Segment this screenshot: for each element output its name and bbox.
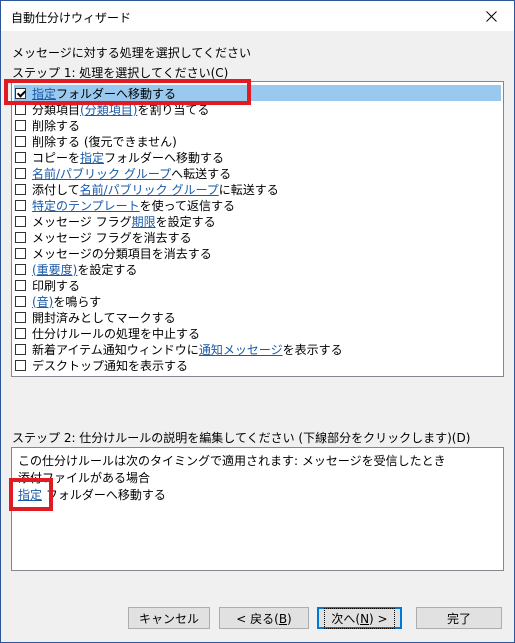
action-list-item[interactable]: 分類項目 (分類項目) を割り当てる	[14, 101, 501, 117]
action-list-item[interactable]: デスクトップ通知を表示する	[14, 357, 501, 373]
placeholder-link[interactable]: (重要度)	[32, 261, 77, 278]
action-checkbox[interactable]	[15, 119, 26, 131]
action-list-item[interactable]: (音) を鳴らす	[14, 293, 501, 309]
action-list-item[interactable]: 特定のテンプレート を使って返信する	[14, 197, 501, 213]
close-icon	[486, 10, 497, 22]
action-checkbox[interactable]	[15, 279, 26, 291]
action-checkbox[interactable]	[15, 183, 26, 195]
action-checkbox[interactable]	[15, 215, 26, 227]
rule-description-box[interactable]: この仕分けルールは次のタイミングで適用されます: メッセージを受信したとき 添付フ…	[11, 447, 504, 571]
title-bar: 自動仕分けウィザード	[1, 1, 514, 31]
item-text: メッセージ フラグを消去する	[32, 230, 192, 245]
cancel-button[interactable]: キャンセル	[128, 607, 210, 629]
action-list-item[interactable]: (重要度) を設定する	[14, 261, 501, 277]
item-text: メッセージの分類項目を消去する	[32, 246, 212, 261]
placeholder-link[interactable]: 指定	[18, 488, 42, 502]
action-checkbox[interactable]	[15, 231, 26, 243]
item-text: を設定する	[77, 262, 138, 277]
item-text: メッセージ フラグ	[32, 214, 132, 229]
action-checkbox[interactable]	[15, 87, 26, 99]
placeholder-link[interactable]: 特定のテンプレート	[32, 197, 140, 214]
next-button-label: 次へ(N) >	[324, 607, 395, 629]
item-text: 添付して	[32, 182, 80, 197]
back-button-label: < 戻る(B)	[236, 611, 292, 626]
item-text: 削除する	[32, 118, 81, 133]
item-text: コピーを	[32, 150, 81, 165]
action-checkbox[interactable]	[15, 167, 26, 179]
finish-button[interactable]: 完了	[416, 607, 502, 629]
item-text: 開封済みとしてマークする	[32, 310, 176, 325]
item-text: を割り当てる	[137, 102, 210, 117]
action-list[interactable]: 指定 フォルダーへ移動する 分類項目 (分類項目) を割り当てる 削除する 削除する …	[11, 81, 504, 377]
cancel-button-label: キャンセル	[138, 611, 199, 626]
placeholder-link[interactable]: 期限	[132, 213, 156, 230]
action-checkbox[interactable]	[15, 327, 26, 339]
action-checkbox[interactable]	[15, 311, 26, 323]
action-checkbox[interactable]	[15, 359, 26, 371]
placeholder-link[interactable]: 指定	[32, 85, 56, 102]
action-list-item[interactable]: メッセージ フラグ 期限 を設定する	[14, 213, 501, 229]
item-text: を設定する	[155, 214, 216, 229]
step2-label: ステップ 2: 仕分けルールの説明を編集してください (下線部分をクリックします…	[12, 431, 471, 445]
item-text: デスクトップ通知を表示する	[32, 358, 189, 373]
window-title: 自動仕分けウィザード	[11, 11, 132, 25]
rule-description-line: 指定 フォルダーへ移動する	[18, 486, 166, 503]
rules-wizard-window: 自動仕分けウィザード メッセージに対する処理を選択してください ステップ 1: …	[0, 0, 515, 643]
action-list-item[interactable]: メッセージの分類項目を消去する	[14, 245, 501, 261]
action-checkbox[interactable]	[15, 247, 26, 259]
item-text: へ転送する	[171, 166, 232, 181]
item-text: 仕分けルールの処理を中止する	[32, 326, 201, 341]
action-list-item[interactable]: メッセージ フラグを消去する	[14, 229, 501, 245]
action-checkbox[interactable]	[15, 295, 26, 307]
step1-label: ステップ 1: 処理を選択してください(C)	[12, 66, 229, 80]
action-list-item[interactable]: 指定 フォルダーへ移動する	[14, 85, 501, 101]
placeholder-link[interactable]: (分類項目)	[80, 101, 137, 118]
action-list-item[interactable]: 名前/パブリック グループ へ転送する	[14, 165, 501, 181]
item-text: に転送する	[218, 182, 279, 197]
action-checkbox[interactable]	[15, 199, 26, 211]
placeholder-link[interactable]: 通知メッセージ	[199, 341, 283, 358]
action-list-item[interactable]: 削除する (復元できません)	[14, 133, 501, 149]
action-list-item[interactable]: 印刷する	[14, 277, 501, 293]
item-text: 印刷する	[32, 278, 81, 293]
action-list-item[interactable]: 開封済みとしてマークする	[14, 309, 501, 325]
action-checkbox[interactable]	[15, 343, 26, 355]
item-text: 添付ファイルがある場合	[18, 471, 151, 485]
item-text: 新着アイテム通知ウィンドウに	[32, 342, 199, 357]
next-button[interactable]: 次へ(N) >	[317, 607, 402, 629]
action-list-item[interactable]: コピーを 指定 フォルダーへ移動する	[14, 149, 501, 165]
item-text: 分類項目	[32, 102, 81, 117]
item-text: フォルダーへ移動する	[42, 488, 166, 502]
item-text: を鳴らす	[53, 294, 102, 309]
item-text: フォルダーへ移動する	[56, 86, 177, 101]
placeholder-link[interactable]: (音)	[32, 293, 53, 310]
action-list-item[interactable]: 削除する	[14, 117, 501, 133]
placeholder-link[interactable]: 指定	[80, 149, 104, 166]
rule-description-line: この仕分けルールは次のタイミングで適用されます: メッセージを受信したとき	[18, 452, 446, 469]
back-button[interactable]: < 戻る(B)	[219, 607, 309, 629]
item-text: この仕分けルールは次のタイミングで適用されます: メッセージを受信したとき	[18, 454, 446, 468]
finish-button-label: 完了	[446, 611, 471, 626]
action-checkbox[interactable]	[15, 263, 26, 275]
item-text: フォルダーへ移動する	[104, 150, 225, 165]
prompt-text: メッセージに対する処理を選択してください	[12, 46, 252, 60]
item-text: 削除する (復元できません)	[32, 134, 177, 149]
action-list-item[interactable]: 添付して 名前/パブリック グループ に転送する	[14, 181, 501, 197]
action-checkbox[interactable]	[15, 103, 26, 115]
close-button[interactable]	[469, 1, 514, 31]
item-text: を使って返信する	[139, 198, 236, 213]
action-list-item[interactable]: 仕分けルールの処理を中止する	[14, 325, 501, 341]
rule-description-line: 添付ファイルがある場合	[18, 469, 150, 486]
item-text: を表示する	[282, 342, 343, 357]
action-checkbox[interactable]	[15, 135, 26, 147]
action-list-item[interactable]: 新着アイテム通知ウィンドウに 通知メッセージ を表示する	[14, 341, 501, 357]
placeholder-link[interactable]: 名前/パブリック グループ	[80, 181, 219, 198]
action-checkbox[interactable]	[15, 151, 26, 163]
placeholder-link[interactable]: 名前/パブリック グループ	[32, 165, 171, 182]
